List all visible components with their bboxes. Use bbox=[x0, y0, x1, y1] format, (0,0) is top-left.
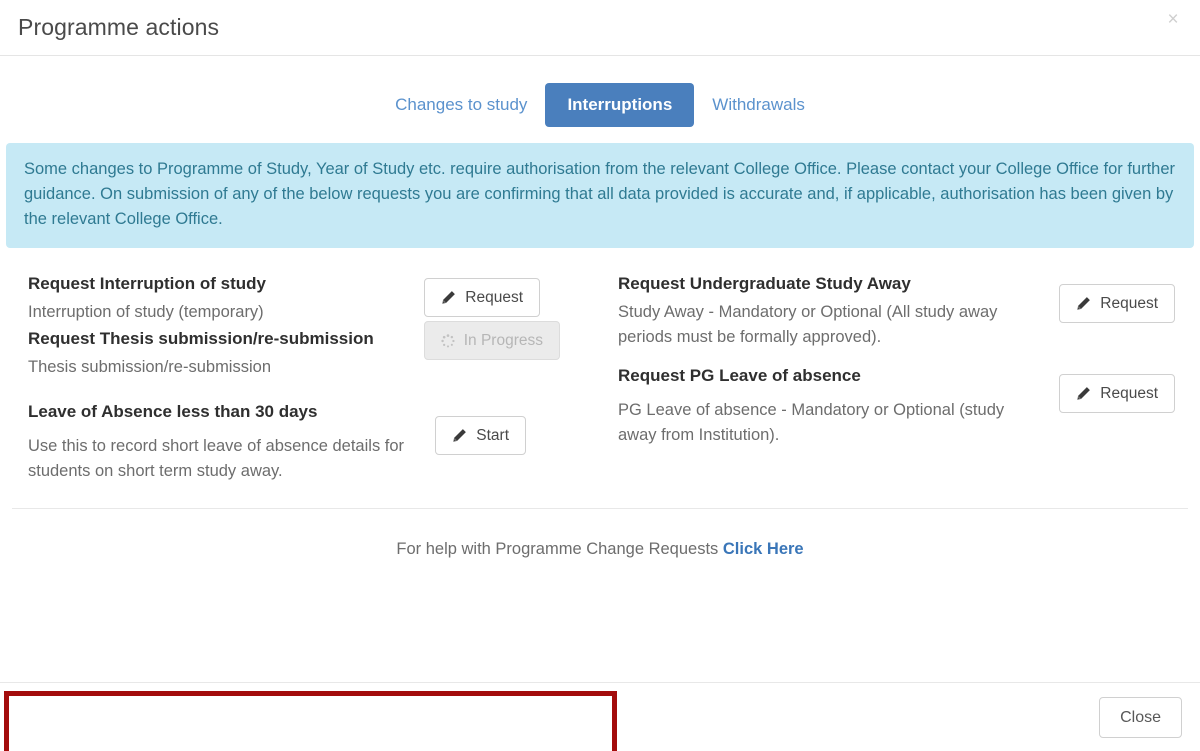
modal-footer: Close bbox=[0, 682, 1200, 751]
action-description: Thesis submission/re-submission bbox=[28, 355, 424, 380]
pencil-icon bbox=[1076, 386, 1091, 401]
tab-withdrawals[interactable]: Withdrawals bbox=[694, 85, 823, 125]
help-click-here-link[interactable]: Click Here bbox=[723, 540, 804, 558]
action-description: Use this to record short leave of absenc… bbox=[28, 434, 428, 484]
tab-interruptions[interactable]: Interruptions bbox=[545, 83, 694, 127]
pencil-icon bbox=[1076, 296, 1091, 311]
action-text: Leave of Absence less than 30 days Use t… bbox=[28, 398, 428, 484]
button-label: Request bbox=[465, 288, 523, 307]
close-icon[interactable]: × bbox=[1161, 7, 1185, 31]
action-text: Request Interruption of study Interrupti… bbox=[28, 270, 424, 325]
actions-column-left: Request Interruption of study Interrupti… bbox=[0, 260, 600, 484]
action-text: Request Undergraduate Study Away Study A… bbox=[618, 270, 1033, 350]
actions-grid: Request Interruption of study Interrupti… bbox=[0, 260, 1200, 484]
spinner-icon bbox=[441, 334, 455, 348]
programme-actions-modal: Programme actions × Changes to study Int… bbox=[0, 0, 1200, 751]
action-title: Leave of Absence less than 30 days bbox=[28, 398, 428, 426]
close-button[interactable]: Close bbox=[1099, 697, 1182, 738]
button-label: Request bbox=[1100, 294, 1158, 313]
request-pg-leave-button[interactable]: Request bbox=[1059, 374, 1175, 413]
request-interruption-button[interactable]: Request bbox=[424, 278, 540, 317]
action-item-thesis-submission: Request Thesis submission/re-submission … bbox=[28, 325, 590, 380]
request-study-away-button[interactable]: Request bbox=[1059, 284, 1175, 323]
tab-bar: Changes to study Interruptions Withdrawa… bbox=[0, 56, 1200, 127]
action-title: Request Thesis submission/re-submission bbox=[28, 325, 424, 353]
pencil-icon bbox=[441, 290, 456, 305]
action-item-interruption-of-study: Request Interruption of study Interrupti… bbox=[28, 270, 590, 325]
button-label: Start bbox=[476, 426, 509, 445]
action-description: Study Away - Mandatory or Optional (All … bbox=[618, 300, 1033, 350]
info-banner: Some changes to Programme of Study, Year… bbox=[6, 143, 1194, 248]
tab-changes-to-study[interactable]: Changes to study bbox=[377, 85, 545, 125]
action-title: Request Undergraduate Study Away bbox=[618, 270, 1033, 298]
action-item-undergraduate-study-away: Request Undergraduate Study Away Study A… bbox=[618, 270, 1190, 350]
action-item-pg-leave-of-absence: Request PG Leave of absence PG Leave of … bbox=[618, 362, 1190, 448]
action-title: Request PG Leave of absence bbox=[618, 362, 1033, 390]
action-item-leave-of-absence-short: Leave of Absence less than 30 days Use t… bbox=[28, 398, 590, 484]
action-text: Request PG Leave of absence PG Leave of … bbox=[618, 362, 1033, 448]
thesis-in-progress-button: In Progress bbox=[424, 321, 560, 360]
action-description: Interruption of study (temporary) bbox=[28, 300, 424, 325]
modal-header: Programme actions × bbox=[0, 0, 1200, 56]
start-leave-of-absence-button[interactable]: Start bbox=[435, 416, 526, 455]
action-title: Request Interruption of study bbox=[28, 270, 424, 298]
action-text: Request Thesis submission/re-submission … bbox=[28, 325, 424, 380]
modal-body: Changes to study Interruptions Withdrawa… bbox=[0, 56, 1200, 682]
pencil-icon bbox=[452, 428, 467, 443]
button-label: In Progress bbox=[464, 331, 543, 350]
page-title: Programme actions bbox=[18, 14, 219, 42]
button-label: Request bbox=[1100, 384, 1158, 403]
help-text: For help with Programme Change Requests bbox=[396, 540, 723, 558]
actions-column-right: Request Undergraduate Study Away Study A… bbox=[600, 260, 1200, 484]
action-description: PG Leave of absence - Mandatory or Optio… bbox=[618, 398, 1033, 448]
help-line: For help with Programme Change Requests … bbox=[0, 509, 1200, 561]
